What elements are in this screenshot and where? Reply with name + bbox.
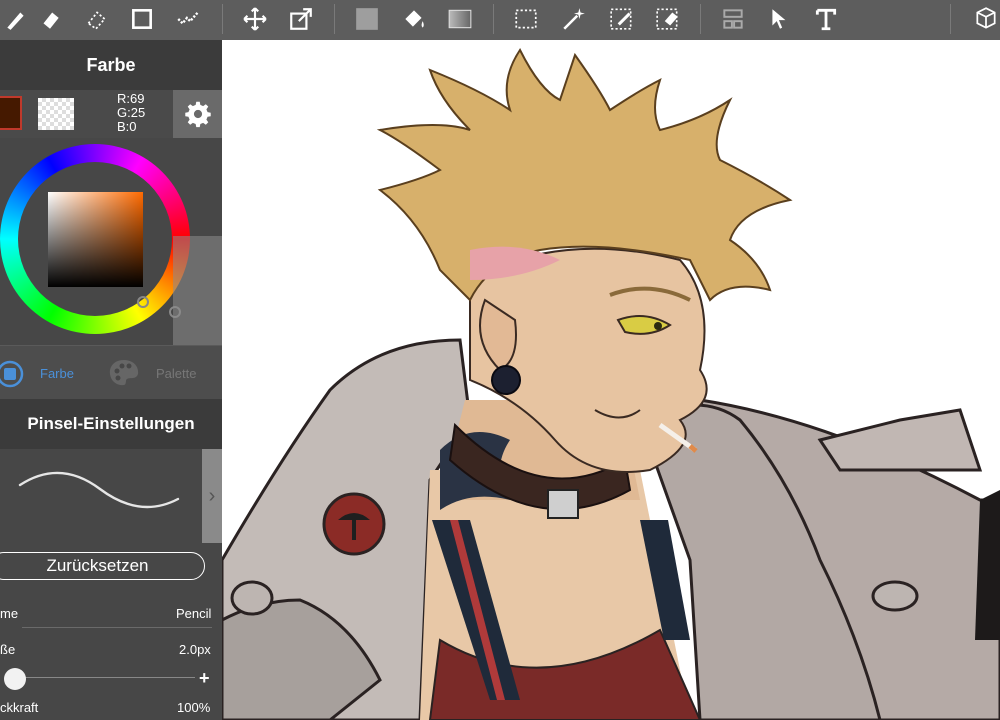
top-toolbar — [0, 0, 1000, 40]
brush-icon[interactable] — [0, 2, 34, 36]
eraser-icon[interactable] — [32, 2, 68, 36]
rgb-readout: R:69 G:25 B:0 — [117, 92, 145, 134]
select-eraser-icon[interactable] — [650, 2, 686, 36]
brush-size-label: ße — [0, 642, 16, 657]
layer-arrange-icon[interactable] — [715, 2, 751, 36]
smudge-icon[interactable] — [170, 2, 206, 36]
color-brush-panel: Farbe R:69 G:25 B:0 Farbe Palette Pinsel… — [0, 40, 222, 720]
color-mode-icon[interactable] — [0, 360, 24, 388]
brush-name-label: me — [0, 606, 19, 621]
magic-wand-icon[interactable] — [556, 2, 592, 36]
materials-icon[interactable] — [968, 2, 1000, 36]
tab-palette[interactable]: Palette — [156, 366, 196, 381]
gear-icon[interactable] — [173, 90, 222, 138]
illustration — [222, 48, 1000, 720]
bucket-icon[interactable] — [396, 2, 432, 36]
drawing-canvas[interactable] — [222, 40, 1000, 720]
rgb-g: G:25 — [117, 105, 146, 120]
select-pen-icon[interactable] — [604, 2, 640, 36]
select-rect-icon[interactable] — [508, 2, 544, 36]
brush-size-slider[interactable] — [20, 677, 195, 678]
text-icon[interactable] — [808, 2, 844, 36]
opacity-value: 100% — [177, 700, 211, 715]
transform-icon[interactable] — [283, 2, 319, 36]
move-icon[interactable] — [237, 2, 273, 36]
fill-square-icon[interactable] — [349, 2, 385, 36]
gradient-icon[interactable] — [442, 2, 478, 36]
brush-size-value: 2.0px — [179, 642, 211, 657]
brush-settings-title: Pinsel-Einstellungen — [0, 399, 222, 449]
select-arrow-icon[interactable] — [762, 2, 798, 36]
opacity-label: ckkraft — [0, 700, 39, 715]
saturation-value-square[interactable] — [48, 192, 143, 287]
brush-name-value[interactable]: Pencil — [176, 606, 211, 621]
reset-button[interactable]: Zurücksetzen — [0, 552, 205, 580]
rgb-b: B:0 — [117, 119, 137, 134]
sv-cursor[interactable] — [137, 296, 149, 308]
color-panel-title: Farbe — [0, 40, 222, 90]
background-color-swatch[interactable] — [38, 98, 74, 130]
rectangle-icon[interactable] — [124, 2, 160, 36]
palette-icon[interactable] — [108, 358, 140, 388]
brush-stroke-preview — [0, 449, 200, 545]
brush-size-slider-thumb[interactable] — [4, 668, 26, 690]
plus-icon[interactable]: + — [199, 668, 210, 689]
chevron-right-icon[interactable]: › — [202, 449, 222, 543]
foreground-color-swatch[interactable] — [0, 96, 22, 130]
blur-icon[interactable] — [78, 2, 114, 36]
rgb-r: R:69 — [117, 91, 145, 106]
tab-farbe[interactable]: Farbe — [40, 366, 74, 381]
color-mode-bar: Farbe Palette — [0, 345, 222, 402]
color-picker — [0, 138, 222, 443]
